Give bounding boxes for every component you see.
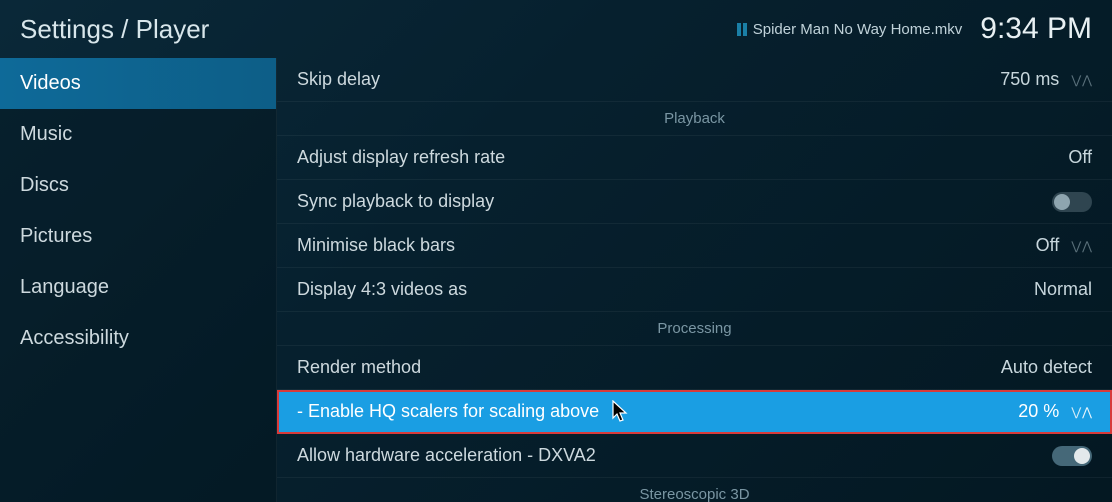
setting-display-43[interactable]: Display 4:3 videos as Normal bbox=[277, 268, 1112, 312]
setting-render-method[interactable]: Render method Auto detect bbox=[277, 346, 1112, 390]
sidebar-item-language[interactable]: Language bbox=[0, 262, 276, 313]
setting-value-wrap: Off bbox=[1068, 147, 1092, 168]
toggle-knob bbox=[1074, 448, 1090, 464]
setting-hq-scalers[interactable]: - Enable HQ scalers for scaling above 20… bbox=[277, 390, 1112, 434]
setting-hw-accel-dxva2[interactable]: Allow hardware acceleration - DXVA2 bbox=[277, 434, 1112, 478]
chevron-down-icon: ⋁ bbox=[1071, 240, 1081, 252]
setting-value: Normal bbox=[1034, 279, 1092, 300]
pause-icon bbox=[737, 23, 747, 36]
sidebar: Videos Music Discs Pictures Language Acc… bbox=[0, 58, 277, 502]
sidebar-item-label: Discs bbox=[20, 174, 69, 196]
setting-label: Display 4:3 videos as bbox=[297, 279, 467, 300]
setting-adjust-refresh[interactable]: Adjust display refresh rate Off bbox=[277, 136, 1112, 180]
setting-value-wrap bbox=[1052, 446, 1092, 466]
sidebar-item-videos[interactable]: Videos bbox=[0, 58, 276, 109]
spinner-arrows-icon[interactable]: ⋁ ⋀ bbox=[1071, 240, 1092, 252]
setting-label: Skip delay bbox=[297, 69, 380, 90]
sidebar-item-discs[interactable]: Discs bbox=[0, 160, 276, 211]
sidebar-item-label: Music bbox=[20, 123, 72, 145]
setting-label: Adjust display refresh rate bbox=[297, 147, 505, 168]
setting-label: Sync playback to display bbox=[297, 191, 494, 212]
setting-value: 750 ms bbox=[1000, 69, 1059, 90]
sidebar-item-pictures[interactable]: Pictures bbox=[0, 211, 276, 262]
setting-label: Minimise black bars bbox=[297, 235, 455, 256]
chevron-up-icon: ⋀ bbox=[1082, 74, 1092, 86]
spinner-arrows-icon[interactable]: ⋁ ⋀ bbox=[1071, 74, 1092, 86]
setting-skip-delay[interactable]: Skip delay 750 ms ⋁ ⋀ bbox=[277, 58, 1112, 102]
toggle-switch[interactable] bbox=[1052, 446, 1092, 466]
section-header-playback: Playback bbox=[277, 102, 1112, 136]
sidebar-item-label: Language bbox=[20, 276, 109, 298]
setting-value-wrap: 750 ms ⋁ ⋀ bbox=[1000, 69, 1092, 90]
setting-value: 20 % bbox=[1018, 401, 1059, 422]
header: Settings / Player Spider Man No Way Home… bbox=[0, 0, 1112, 58]
setting-label: Render method bbox=[297, 357, 421, 378]
clock: 9:34 PM bbox=[980, 12, 1092, 46]
section-header-processing: Processing bbox=[277, 312, 1112, 346]
setting-value-wrap: Normal bbox=[1034, 279, 1092, 300]
section-header-stereoscopic: Stereoscopic 3D bbox=[277, 478, 1112, 502]
setting-value: Off bbox=[1036, 235, 1060, 256]
settings-panel: Skip delay 750 ms ⋁ ⋀ Playback Adjust di… bbox=[277, 58, 1112, 502]
setting-value: Auto detect bbox=[1001, 357, 1092, 378]
setting-value-wrap bbox=[1052, 192, 1092, 212]
header-right: Spider Man No Way Home.mkv 9:34 PM bbox=[737, 12, 1092, 46]
chevron-up-icon: ⋀ bbox=[1082, 240, 1092, 252]
setting-value-wrap: 20 % ⋁ ⋀ bbox=[1018, 401, 1092, 422]
chevron-down-icon: ⋁ bbox=[1071, 406, 1081, 418]
setting-value: Off bbox=[1068, 147, 1092, 168]
sidebar-item-label: Pictures bbox=[20, 225, 92, 247]
chevron-down-icon: ⋁ bbox=[1071, 74, 1081, 86]
content: Videos Music Discs Pictures Language Acc… bbox=[0, 58, 1112, 502]
setting-value-wrap: Auto detect bbox=[1001, 357, 1092, 378]
chevron-up-icon: ⋀ bbox=[1082, 406, 1092, 418]
sidebar-item-accessibility[interactable]: Accessibility bbox=[0, 313, 276, 364]
sidebar-item-label: Accessibility bbox=[20, 327, 129, 349]
breadcrumb: Settings / Player bbox=[20, 14, 209, 45]
toggle-knob bbox=[1054, 194, 1070, 210]
now-playing[interactable]: Spider Man No Way Home.mkv bbox=[737, 21, 963, 38]
toggle-switch[interactable] bbox=[1052, 192, 1092, 212]
setting-minimise-black-bars[interactable]: Minimise black bars Off ⋁ ⋀ bbox=[277, 224, 1112, 268]
sidebar-item-label: Videos bbox=[20, 72, 81, 94]
now-playing-title: Spider Man No Way Home.mkv bbox=[753, 21, 963, 38]
setting-sync-playback[interactable]: Sync playback to display bbox=[277, 180, 1112, 224]
setting-label: Allow hardware acceleration - DXVA2 bbox=[297, 445, 596, 466]
setting-label: - Enable HQ scalers for scaling above bbox=[297, 401, 599, 422]
setting-value-wrap: Off ⋁ ⋀ bbox=[1036, 235, 1092, 256]
sidebar-item-music[interactable]: Music bbox=[0, 109, 276, 160]
spinner-arrows-icon[interactable]: ⋁ ⋀ bbox=[1071, 406, 1092, 418]
